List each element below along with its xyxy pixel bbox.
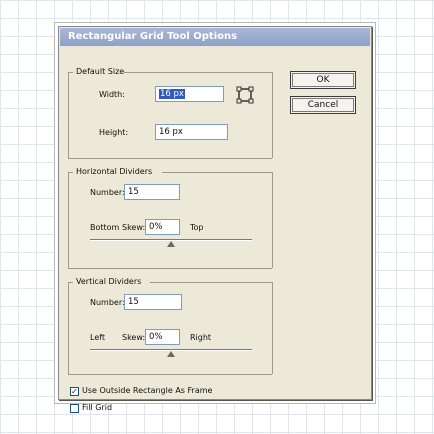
vertical-skew-slider-thumb[interactable] [167,351,175,357]
horizontal-skew-value: 0% [149,222,163,232]
width-input-value: 16 px [159,89,185,99]
vertical-group-left-border [68,282,69,374]
vertical-skew-value: 0% [149,332,163,342]
cancel-button-label: Cancel [292,98,354,112]
use-outside-checkbox[interactable]: ✓ [70,387,79,396]
bottom-label: Bottom [90,223,120,232]
horizontal-skew-slider-thumb[interactable] [167,241,175,247]
default-size-group-border-right [124,72,272,73]
default-size-group-right-border [272,72,273,158]
left-label: Left [90,333,106,342]
cancel-button[interactable]: Cancel [290,96,356,114]
origin-point-icon[interactable] [236,86,254,104]
height-input[interactable]: 16 px [155,124,228,140]
horizontal-group-border-right [162,172,272,173]
ok-button[interactable]: OK [290,71,356,89]
vertical-group-label: Vertical Dividers [76,277,142,286]
vertical-number-label: Number: [90,298,125,307]
horizontal-group-bottom-border [68,268,272,269]
ok-button-label: OK [292,73,354,87]
height-input-value: 16 px [159,127,183,137]
horizontal-number-value: 15 [128,187,139,197]
horizontal-group-left-border [68,172,69,268]
vertical-number-input[interactable]: 15 [124,294,182,310]
horizontal-group-label: Horizontal Dividers [76,167,153,176]
use-outside-label: Use Outside Rectangle As Frame [82,386,213,395]
use-outside-check-mark: ✓ [71,387,78,396]
horizontal-group-right-border [272,172,273,268]
top-label: Top [190,223,204,232]
right-label: Right [190,333,212,342]
fill-grid-label: Fill Grid [82,403,113,412]
vertical-group-right-border [272,282,273,374]
vertical-group-border-right [150,282,272,283]
default-size-group-left-border [68,72,69,158]
horizontal-skew-input[interactable]: 0% [145,219,180,235]
vertical-skew-label: Skew: [122,333,146,342]
default-size-group-label: Default Size [76,67,125,76]
horizontal-skew-label: Skew: [122,223,146,232]
width-input[interactable]: 16 px [155,86,224,102]
horizontal-number-label: Number: [90,188,125,197]
dialog-title: Rectangular Grid Tool Options [68,31,238,42]
vertical-skew-input[interactable]: 0% [145,329,180,345]
dialog-title-bar[interactable]: Rectangular Grid Tool Options [60,28,370,46]
default-size-group-bottom-border [68,158,272,159]
horizontal-number-input[interactable]: 15 [124,184,180,200]
vertical-number-value: 15 [128,297,139,307]
fill-grid-checkbox[interactable] [70,404,79,413]
vertical-group-bottom-border [68,374,272,375]
width-label: Width: [99,90,125,99]
height-label: Height: [99,128,129,137]
